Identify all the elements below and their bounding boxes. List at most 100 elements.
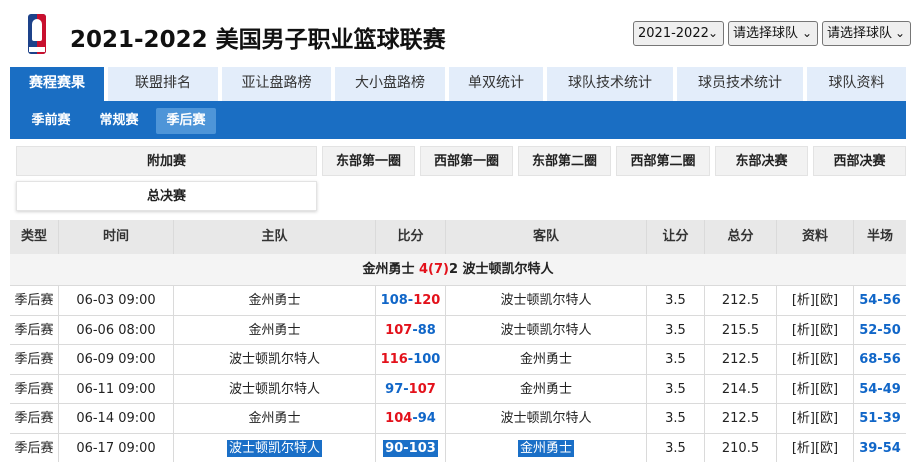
halftime-score: 51-39 <box>859 411 901 426</box>
main-tabs: 赛程赛果 联盟排名 亚让盘路榜 大小盘路榜 单双统计 球队技术统计 球员技术统计… <box>10 67 906 101</box>
info-links[interactable]: [析][欧] <box>792 411 838 426</box>
page-title: 2021-2022 美国男子职业篮球联赛 <box>70 27 446 53</box>
home-team-cell[interactable]: 金州勇士 <box>174 286 376 315</box>
table-row: 季后赛 06-14 09:00 金州勇士 104-94 波士顿凯尔特人 3.5 212.5 [… <box>10 404 906 434</box>
subtab-playoffs[interactable]: 季后赛 <box>156 108 216 134</box>
info-links-cell[interactable]: [析][欧] <box>777 345 854 374</box>
col-header-home: 主队 <box>174 220 376 254</box>
home-team-cell[interactable]: 波士顿凯尔特人 <box>174 374 376 404</box>
home-team[interactable]: 波士顿凯尔特人 <box>229 382 320 397</box>
phase-east-finals[interactable]: 东部决赛 <box>715 146 808 176</box>
away-team[interactable]: 波士顿凯尔特人 <box>500 411 591 426</box>
halftime-score: 39-54 <box>859 440 901 456</box>
info-links[interactable]: [析][欧] <box>792 293 838 308</box>
home-team[interactable]: 金州勇士 <box>248 323 300 338</box>
away-score: 94 <box>417 411 436 426</box>
phase-finals[interactable]: 总决赛 <box>16 181 317 211</box>
game-time: 06-14 09:00 <box>76 411 156 426</box>
table-row: 季后赛 06-17 09:00 波士顿凯尔特人 90-103 金州勇士 3.5 210.5 [… <box>10 433 906 462</box>
nba-logo <box>28 14 46 54</box>
phase-west-finals[interactable]: 西部决赛 <box>813 146 906 176</box>
phase-west-r1[interactable]: 西部第一圈 <box>420 146 513 176</box>
home-team-cell[interactable]: 波士顿凯尔特人 <box>174 433 376 462</box>
home-score: 104 <box>385 411 413 426</box>
table-row: 季后赛 06-09 09:00 波士顿凯尔特人 116-100 金州勇士 3.5 212.5… <box>10 345 906 375</box>
away-team-cell[interactable]: 金州勇士 <box>446 345 647 374</box>
halftime-score-cell: 54-56 <box>854 286 906 315</box>
away-score: 100 <box>413 352 441 367</box>
spread: 3.5 <box>665 322 686 338</box>
subtab-regular-season[interactable]: 常规赛 <box>94 108 144 134</box>
home-team[interactable]: 波士顿凯尔特人 <box>226 439 322 457</box>
total: 212.5 <box>721 352 760 367</box>
home-team[interactable]: 金州勇士 <box>248 411 300 426</box>
score-cell: 104-94 <box>376 404 446 433</box>
phase-west-r2[interactable]: 西部第二圈 <box>616 146 710 176</box>
game-type: 季后赛 <box>14 293 54 308</box>
info-links-cell[interactable]: [析][欧] <box>777 286 854 315</box>
series-games: (7) <box>428 262 449 277</box>
tab-over-under[interactable]: 大小盘路榜 <box>335 67 445 101</box>
home-team[interactable]: 金州勇士 <box>248 293 300 308</box>
score-cell: 107-88 <box>376 315 446 345</box>
away-team-cell[interactable]: 波士顿凯尔特人 <box>446 315 647 345</box>
tab-asian-handicap[interactable]: 亚让盘路榜 <box>222 67 331 101</box>
info-links[interactable]: [析][欧] <box>792 323 838 338</box>
total: 212.5 <box>721 293 760 308</box>
subtab-preseason[interactable]: 季前赛 <box>26 108 76 134</box>
home-team-cell[interactable]: 波士顿凯尔特人 <box>174 345 376 374</box>
away-score: 88 <box>417 322 436 338</box>
info-links[interactable]: [析][欧] <box>792 382 838 397</box>
table-row: 季后赛 06-11 09:00 波士顿凯尔特人 97-107 金州勇士 3.5 214.5 [… <box>10 374 906 404</box>
game-type-cell: 季后赛 <box>10 374 59 404</box>
away-team[interactable]: 波士顿凯尔特人 <box>500 323 591 338</box>
info-links[interactable]: [析][欧] <box>792 441 838 456</box>
col-header-type: 类型 <box>10 220 59 254</box>
info-links-cell[interactable]: [析][欧] <box>777 315 854 345</box>
away-score: 103 <box>408 440 436 456</box>
away-team-cell[interactable]: 波士顿凯尔特人 <box>446 286 647 315</box>
col-header-total: 总分 <box>705 220 777 254</box>
info-links-cell[interactable]: [析][欧] <box>777 433 854 462</box>
away-team-cell[interactable]: 波士顿凯尔特人 <box>446 404 647 433</box>
total-cell: 212.5 <box>705 345 777 374</box>
away-team[interactable]: 金州勇士 <box>520 382 572 397</box>
phase-play-in[interactable]: 附加赛 <box>16 146 317 176</box>
game-type-cell: 季后赛 <box>10 315 59 345</box>
phase-east-r1[interactable]: 东部第一圈 <box>322 146 415 176</box>
tab-team-info[interactable]: 球队资料 <box>807 67 906 101</box>
total: 210.5 <box>721 440 760 456</box>
halftime-score: 52-50 <box>859 322 901 338</box>
info-links-cell[interactable]: [析][欧] <box>777 404 854 433</box>
team-select-2[interactable]: 请选择球队 ⌄ <box>822 21 911 46</box>
away-team[interactable]: 金州勇士 <box>520 352 572 367</box>
home-score: 116 <box>380 352 408 367</box>
season-type-bar: 季前赛 常规赛 季后赛 <box>10 101 906 139</box>
col-header-score: 比分 <box>376 220 446 254</box>
away-team[interactable]: 金州勇士 <box>517 439 574 457</box>
col-header-info: 资料 <box>777 220 854 254</box>
info-links-cell[interactable]: [析][欧] <box>777 374 854 404</box>
col-header-spread: 让分 <box>647 220 705 254</box>
tab-team-stats[interactable]: 球队技术统计 <box>547 67 673 101</box>
tab-league-standings[interactable]: 联盟排名 <box>108 67 218 101</box>
halftime-score-cell: 51-39 <box>854 404 906 433</box>
team-select-1-value: 请选择球队 <box>733 26 799 41</box>
chevron-down-icon: ⌄ <box>894 26 905 40</box>
away-team[interactable]: 波士顿凯尔特人 <box>500 293 591 308</box>
score-cell: 97-107 <box>376 374 446 404</box>
tab-schedule-results[interactable]: 赛程赛果 <box>10 67 104 101</box>
home-team[interactable]: 波士顿凯尔特人 <box>229 352 320 367</box>
phase-east-r2[interactable]: 东部第二圈 <box>518 146 611 176</box>
away-team-cell[interactable]: 金州勇士 <box>446 374 647 404</box>
series-wins-b: 2 <box>448 262 459 277</box>
home-team-cell[interactable]: 金州勇士 <box>174 404 376 433</box>
info-links[interactable]: [析][欧] <box>792 352 838 367</box>
tab-odd-even[interactable]: 单双统计 <box>449 67 543 101</box>
away-team-cell[interactable]: 金州勇士 <box>446 433 647 462</box>
tab-player-stats[interactable]: 球员技术统计 <box>677 67 803 101</box>
team-select-1[interactable]: 请选择球队 ⌄ <box>728 21 818 46</box>
home-team-cell[interactable]: 金州勇士 <box>174 315 376 345</box>
season-select[interactable]: 2021-2022 ⌄ <box>633 21 724 46</box>
total: 212.5 <box>721 411 760 426</box>
